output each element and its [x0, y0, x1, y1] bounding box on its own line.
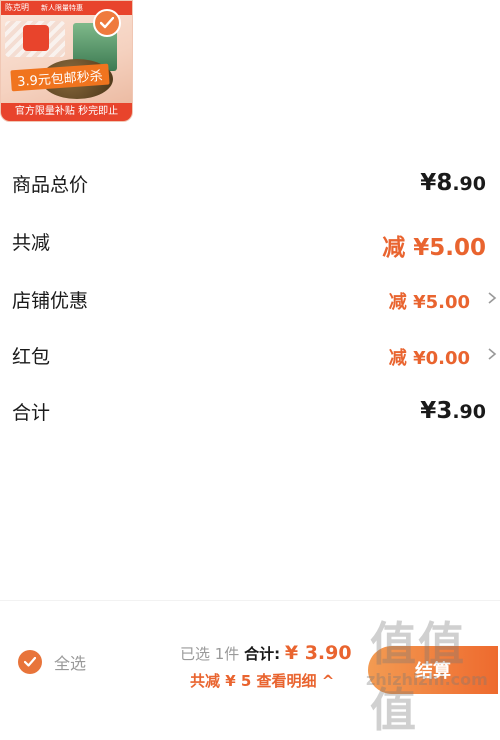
product-brand: 陈克明 [5, 3, 29, 12]
view-details-link[interactable]: 共减 ¥ 5 查看明细 ^ [190, 670, 334, 691]
row-label: 商品总价 [12, 174, 89, 196]
select-all-label: 全选 [54, 654, 87, 673]
selection-summary: 已选 1件 合计: ¥ 3.90 [180, 642, 352, 664]
row-label: 合计 [12, 402, 51, 424]
shop-discount-amount: 减 ¥5.00 [388, 292, 470, 313]
row-label: 红包 [12, 346, 51, 368]
row-grand-total: 合计 ¥3.90 [12, 398, 486, 434]
site-watermark: 值值值 zhizhizhi.com [340, 608, 500, 737]
product-select-checkbox[interactable] [93, 9, 121, 37]
total-discount-amount: 减 ¥5.00 [382, 235, 486, 261]
row-total-discount: 共减 减 ¥5.00 [12, 228, 486, 264]
red-packet-amount: 减 ¥0.00 [388, 348, 470, 369]
product-bottom-strip: 官方限量补贴 秒完即止 [1, 103, 132, 121]
grand-total-amount: ¥3.90 [420, 398, 486, 424]
product-slogan: 新人限量特惠 [41, 4, 83, 12]
row-goods-total: 商品总价 ¥8.90 [12, 170, 486, 206]
row-shop-discount[interactable]: 店铺优惠 减 ¥5.00 [12, 286, 497, 322]
product-badge [23, 25, 49, 51]
check-icon [100, 17, 114, 29]
watermark-url: zhizhizhi.com [366, 670, 488, 689]
row-label: 共减 [12, 232, 51, 254]
check-icon [18, 650, 42, 674]
goods-total-amount: ¥8.90 [420, 170, 486, 196]
selected-count: 已选 1件 [180, 645, 240, 663]
divider [0, 600, 500, 601]
chevron-right-icon [488, 292, 497, 304]
row-label: 店铺优惠 [12, 290, 89, 312]
chevron-right-icon [488, 348, 497, 360]
row-red-packet[interactable]: 红包 减 ¥0.00 [12, 342, 497, 378]
select-all-toggle[interactable]: 全选 [18, 650, 86, 674]
total-label: 合计: [244, 645, 281, 663]
